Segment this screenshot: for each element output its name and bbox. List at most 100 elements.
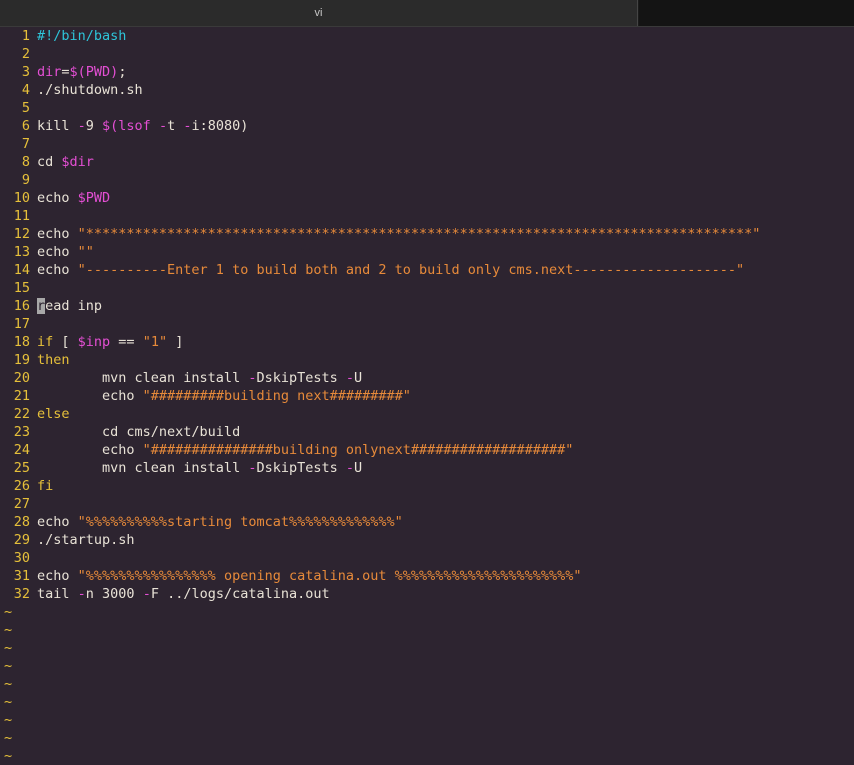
line-number: 26 <box>13 478 30 494</box>
line-number: 1 <box>21 28 30 44</box>
line-text: echo "" <box>37 244 94 260</box>
empty-line-marker: ~ <box>0 747 854 765</box>
code-line[interactable]: 16 read inp <box>0 297 854 315</box>
code-line[interactable]: 24 echo "###############building onlynex… <box>0 441 854 459</box>
tilde-marker: ~ <box>4 622 13 638</box>
code-line[interactable]: 17 <box>0 315 854 333</box>
code-line[interactable]: 8 cd $dir <box>0 153 854 171</box>
empty-line-marker: ~ <box>0 621 854 639</box>
line-text: #!/bin/bash <box>37 28 127 44</box>
code-line[interactable]: 7 <box>0 135 854 153</box>
code-line[interactable]: 6 kill -9 $(lsof -t -i:8080) <box>0 117 854 135</box>
line-number: 23 <box>13 424 30 440</box>
code-line[interactable]: 18 if [ $inp == "1" ] <box>0 333 854 351</box>
line-number: 6 <box>21 118 30 134</box>
code-line[interactable]: 11 <box>0 207 854 225</box>
line-text: mvn clean install -DskipTests -U <box>37 370 363 386</box>
line-number: 3 <box>21 64 30 80</box>
empty-line-marker: ~ <box>0 657 854 675</box>
line-text: else <box>37 406 70 422</box>
code-line[interactable]: 30 <box>0 549 854 567</box>
tab-empty[interactable] <box>639 0 854 26</box>
line-number: 11 <box>13 208 30 224</box>
code-line[interactable]: 20 mvn clean install -DskipTests -U <box>0 369 854 387</box>
line-text: kill -9 $(lsof -t -i:8080) <box>37 118 249 134</box>
empty-line-marker: ~ <box>0 639 854 657</box>
line-text: echo "**********************************… <box>37 226 761 242</box>
tilde-marker: ~ <box>4 658 13 674</box>
line-text: read inp <box>37 298 103 314</box>
line-number: 9 <box>21 172 30 188</box>
line-number: 13 <box>13 244 30 260</box>
empty-line-marker: ~ <box>0 729 854 747</box>
tilde-marker: ~ <box>4 748 13 764</box>
code-line[interactable]: 32 tail -n 3000 -F ../logs/catalina.out <box>0 585 854 603</box>
code-line[interactable]: 1 #!/bin/bash <box>0 27 854 45</box>
line-number: 15 <box>13 280 30 296</box>
line-number: 7 <box>21 136 30 152</box>
editor-buffer[interactable]: 1 #!/bin/bash 2 3 dir=$(PWD); 4 ./shutdown.sh 5… <box>0 27 854 765</box>
code-line[interactable]: 21 echo "#########building next#########… <box>0 387 854 405</box>
line-number: 10 <box>13 190 30 206</box>
empty-line-marker: ~ <box>0 603 854 621</box>
line-number: 20 <box>13 370 30 386</box>
line-number: 19 <box>13 352 30 368</box>
text-cursor: r <box>37 298 46 314</box>
code-line[interactable]: 3 dir=$(PWD); <box>0 63 854 81</box>
line-text: fi <box>37 478 54 494</box>
line-number: 29 <box>13 532 30 548</box>
line-number: 25 <box>13 460 30 476</box>
code-line[interactable]: 31 echo "%%%%%%%%%%%%%%%% opening catalin… <box>0 567 854 585</box>
line-number: 14 <box>13 262 30 278</box>
line-text: echo $PWD <box>37 190 111 206</box>
tilde-marker: ~ <box>4 730 13 746</box>
line-text: echo "%%%%%%%%%%starting tomcat%%%%%%%%%… <box>37 514 403 530</box>
tab-title: vi <box>314 7 323 19</box>
tilde-marker: ~ <box>4 694 13 710</box>
line-number: 8 <box>21 154 30 170</box>
code-line[interactable]: 12 echo "********************************… <box>0 225 854 243</box>
code-line[interactable]: 22 else <box>0 405 854 423</box>
title-bar: vi <box>0 0 854 27</box>
line-number: 2 <box>21 46 30 62</box>
line-number: 17 <box>13 316 30 332</box>
line-number: 32 <box>13 586 30 602</box>
line-text: dir=$(PWD); <box>37 64 127 80</box>
line-text: ./shutdown.sh <box>37 82 143 98</box>
tilde-marker: ~ <box>4 712 13 728</box>
empty-line-marker: ~ <box>0 693 854 711</box>
code-line[interactable]: 23 cd cms/next/build <box>0 423 854 441</box>
line-number: 22 <box>13 406 30 422</box>
code-line[interactable]: 14 echo "----------Enter 1 to build both … <box>0 261 854 279</box>
line-number: 27 <box>13 496 30 512</box>
line-text: echo "#########building next#########" <box>37 388 411 404</box>
line-text: then <box>37 352 70 368</box>
line-number: 30 <box>13 550 30 566</box>
code-line[interactable]: 26 fi <box>0 477 854 495</box>
line-number: 5 <box>21 100 30 116</box>
code-line[interactable]: 4 ./shutdown.sh <box>0 81 854 99</box>
tilde-marker: ~ <box>4 640 13 656</box>
code-line[interactable]: 27 <box>0 495 854 513</box>
code-line[interactable]: 13 echo "" <box>0 243 854 261</box>
line-text: echo "###############building onlynext##… <box>37 442 574 458</box>
code-line[interactable]: 10 echo $PWD <box>0 189 854 207</box>
code-line[interactable]: 9 <box>0 171 854 189</box>
empty-line-marker: ~ <box>0 711 854 729</box>
code-line[interactable]: 15 <box>0 279 854 297</box>
code-line[interactable]: 28 echo "%%%%%%%%%%starting tomcat%%%%%%%… <box>0 513 854 531</box>
line-text: cd $dir <box>37 154 94 170</box>
tilde-marker: ~ <box>4 676 13 692</box>
line-number: 21 <box>13 388 30 404</box>
line-text: ./startup.sh <box>37 532 135 548</box>
tilde-marker: ~ <box>4 604 13 620</box>
empty-line-marker: ~ <box>0 675 854 693</box>
tab-vi[interactable]: vi <box>0 0 638 26</box>
code-line[interactable]: 25 mvn clean install -DskipTests -U <box>0 459 854 477</box>
line-number: 12 <box>13 226 30 242</box>
code-line[interactable]: 19 then <box>0 351 854 369</box>
code-line[interactable]: 2 <box>0 45 854 63</box>
line-number: 16 <box>13 298 30 314</box>
code-line[interactable]: 5 <box>0 99 854 117</box>
code-line[interactable]: 29 ./startup.sh <box>0 531 854 549</box>
